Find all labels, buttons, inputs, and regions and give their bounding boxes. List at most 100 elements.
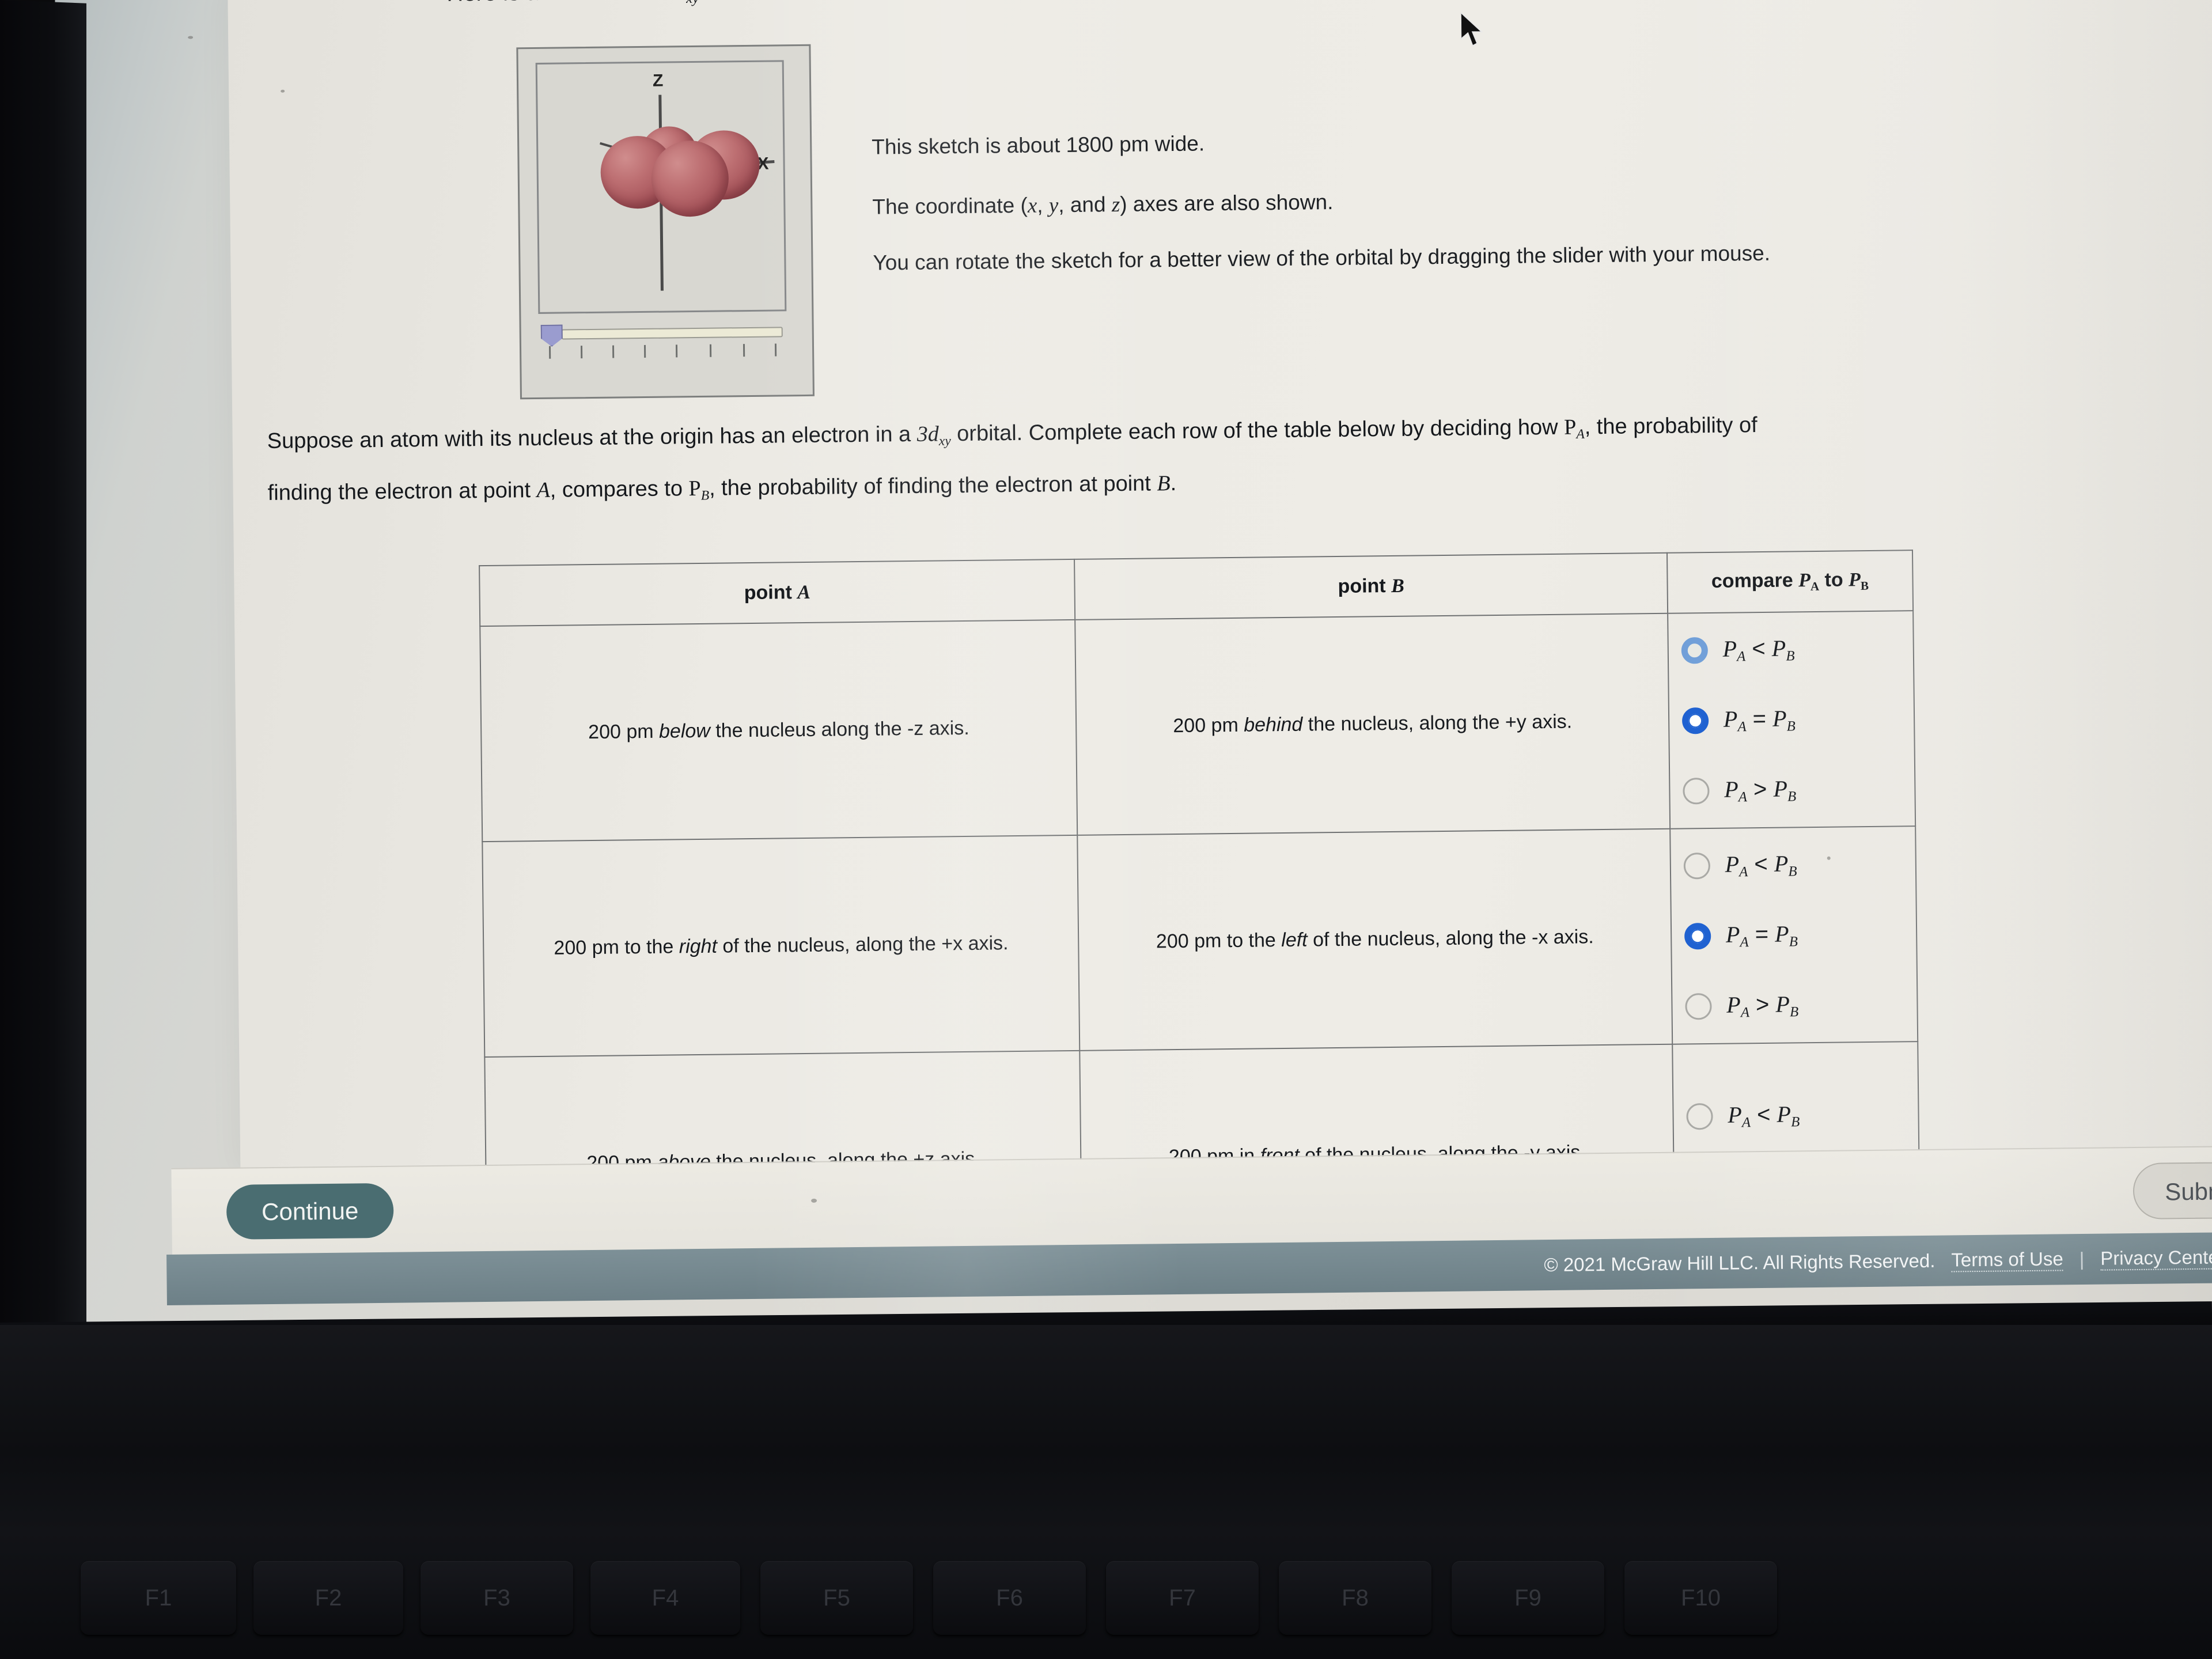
row1-a-post: the nucleus along the -z axis. (710, 717, 969, 742)
row2-option-equal-label: PA = PB (1726, 920, 1798, 950)
header-point-b: point B (1074, 552, 1668, 620)
header-point-a: point point AA (479, 559, 1075, 626)
lbl-p: P (1723, 706, 1738, 732)
lbl-sub-a: A (1737, 648, 1746, 665)
orbital-applet[interactable]: z x (516, 44, 815, 400)
lbl-sub-a: A (1741, 1114, 1751, 1131)
lbl-p2: P (1772, 705, 1787, 732)
radio-button[interactable] (1685, 993, 1712, 1020)
key-f4[interactable]: F4 (590, 1561, 740, 1635)
lbl-sub-a: A (1740, 934, 1749, 950)
stmt-point-B: B (1157, 471, 1171, 496)
info-line-width: This sketch is about 1800 pm wide. (872, 131, 1205, 159)
terms-of-use-link[interactable]: Terms of Use (1951, 1248, 2063, 1272)
lbl-op: = (1755, 921, 1769, 947)
row2-options: PA < PB PA = PB PA > PB (1669, 825, 1918, 1044)
row1-option-greater-label: PA > PB (1724, 775, 1796, 805)
function-key-row: F1 F2 F3 F4 F5 F6 F7 F8 F9 F10 (0, 1561, 2212, 1647)
radio-button[interactable] (1686, 1103, 1713, 1130)
lbl-sub-b: B (1788, 863, 1797, 880)
stmt-PA: P (1563, 415, 1577, 440)
lbl-sub-a: A (1738, 789, 1748, 805)
row2-b-post: of the nucleus, along the -x axis. (1307, 926, 1594, 951)
lbl-p2: P (1774, 921, 1789, 947)
table-row: 200 pm below the nucleus along the -z ax… (480, 610, 1916, 842)
header-compare-pb-sub: B (1860, 578, 1869, 593)
row2-option-equal[interactable]: PA = PB (1684, 899, 1916, 971)
stmt-PB-sub: B (700, 488, 710, 503)
radio-button[interactable] (1683, 777, 1710, 805)
lbl-sub-b: B (1787, 789, 1797, 805)
orbital-sketch-canvas[interactable]: z x (535, 60, 787, 314)
row1-option-less[interactable]: PA < PB (1681, 613, 1913, 685)
slider-tick (612, 345, 615, 358)
info-axes-and: , and (1058, 192, 1112, 217)
key-f5[interactable]: F5 (760, 1561, 913, 1635)
row2-a-em: right (679, 935, 718, 958)
stmt-l2-b: , compares to (550, 476, 689, 502)
laptop-photo: Here is a sketch of a 3dxy orbital: z x (0, 0, 2212, 1659)
info-line-rotate: You can rotate the sketch for a better v… (873, 241, 1770, 275)
key-f1[interactable]: F1 (81, 1561, 236, 1635)
page-title-suffix: orbital: (699, 0, 775, 3)
content-card: Here is a sketch of a 3dxy orbital: z x (228, 0, 2212, 1272)
lbl-p: P (1726, 991, 1741, 1018)
orbital-subscript: xy (686, 0, 699, 6)
row2-option-less[interactable]: PA < PB (1683, 828, 1915, 901)
radio-button[interactable] (1681, 707, 1709, 734)
lbl-p: P (1724, 776, 1738, 802)
key-f9[interactable]: F9 (1452, 1561, 1604, 1635)
key-f3[interactable]: F3 (421, 1561, 573, 1635)
key-f7[interactable]: F7 (1106, 1561, 1259, 1635)
stmt-l1-c: , the probability of (1584, 413, 1758, 440)
row1-option-equal[interactable]: PA = PB (1681, 683, 1914, 756)
slider-tick (774, 343, 777, 357)
stmt-PA-sub: A (1576, 426, 1585, 442)
orbital-lobe-front (651, 140, 729, 217)
header-compare-prefix: compare (1711, 569, 1799, 592)
radio-button[interactable] (1684, 922, 1711, 950)
key-f2[interactable]: F2 (253, 1561, 403, 1635)
submit-assignment-button[interactable]: Submit Assignment (2133, 1160, 2212, 1220)
orbital-drawing: z x (537, 62, 785, 312)
table-row: 200 pm to the right of the nucleus, alon… (482, 825, 1918, 1057)
row3-option-less[interactable]: PA < PB (1686, 1079, 1918, 1152)
info-line-width-text: This sketch is about 1800 pm wide. (872, 131, 1205, 159)
row2-a-post: of the nucleus, along the +x axis. (717, 932, 1009, 957)
row1-a-pre: 200 pm (588, 720, 660, 744)
rotation-slider-thumb[interactable] (541, 324, 563, 346)
header-compare-pa-sub: A (1810, 579, 1820, 593)
row1-point-b: 200 pm behind the nucleus, along the +y … (1075, 613, 1670, 835)
row1-options: PA < PB PA = PB PA > PB (1667, 610, 1916, 829)
continue-button[interactable]: Continue (226, 1183, 394, 1240)
row1-option-greater[interactable]: PA > PB (1683, 753, 1915, 826)
rotation-slider-track[interactable] (561, 327, 783, 340)
key-f10[interactable]: F10 (1624, 1561, 1777, 1635)
row2-b-pre: 200 pm to the (1156, 929, 1282, 953)
lbl-sub-b: B (1786, 718, 1796, 734)
row1-a-em: below (658, 719, 711, 743)
problem-statement-line2: finding the electron at point A, compare… (267, 471, 1176, 509)
dust-speck (1827, 856, 1831, 860)
radio-button[interactable] (1681, 637, 1708, 664)
row2-option-less-label: PA < PB (1725, 850, 1797, 880)
lbl-op: > (1753, 776, 1767, 802)
key-f6[interactable]: F6 (933, 1561, 1086, 1635)
radio-button[interactable] (1683, 852, 1710, 880)
stmt-orbital-sub: xy (938, 433, 951, 449)
lbl-p: P (1725, 851, 1740, 877)
lbl-op: < (1754, 851, 1768, 877)
lbl-op: < (1752, 635, 1766, 661)
privacy-center-link[interactable]: Privacy Center (2100, 1246, 2212, 1271)
lbl-op: = (1752, 706, 1767, 732)
lbl-sub-a: A (1740, 1004, 1750, 1021)
key-f8[interactable]: F8 (1279, 1561, 1431, 1635)
row2-b-em: left (1281, 929, 1308, 952)
left-bezel-edge (0, 0, 86, 1346)
stmt-l1-b: orbital. Complete each row of the table … (950, 415, 1565, 446)
stmt-l2-a: finding the electron at point (267, 478, 537, 506)
lbl-sub-b: B (1786, 648, 1795, 664)
row2-option-greater[interactable]: PA > PB (1685, 969, 1917, 1041)
slider-tick (548, 346, 551, 359)
lbl-p: P (1722, 635, 1737, 662)
